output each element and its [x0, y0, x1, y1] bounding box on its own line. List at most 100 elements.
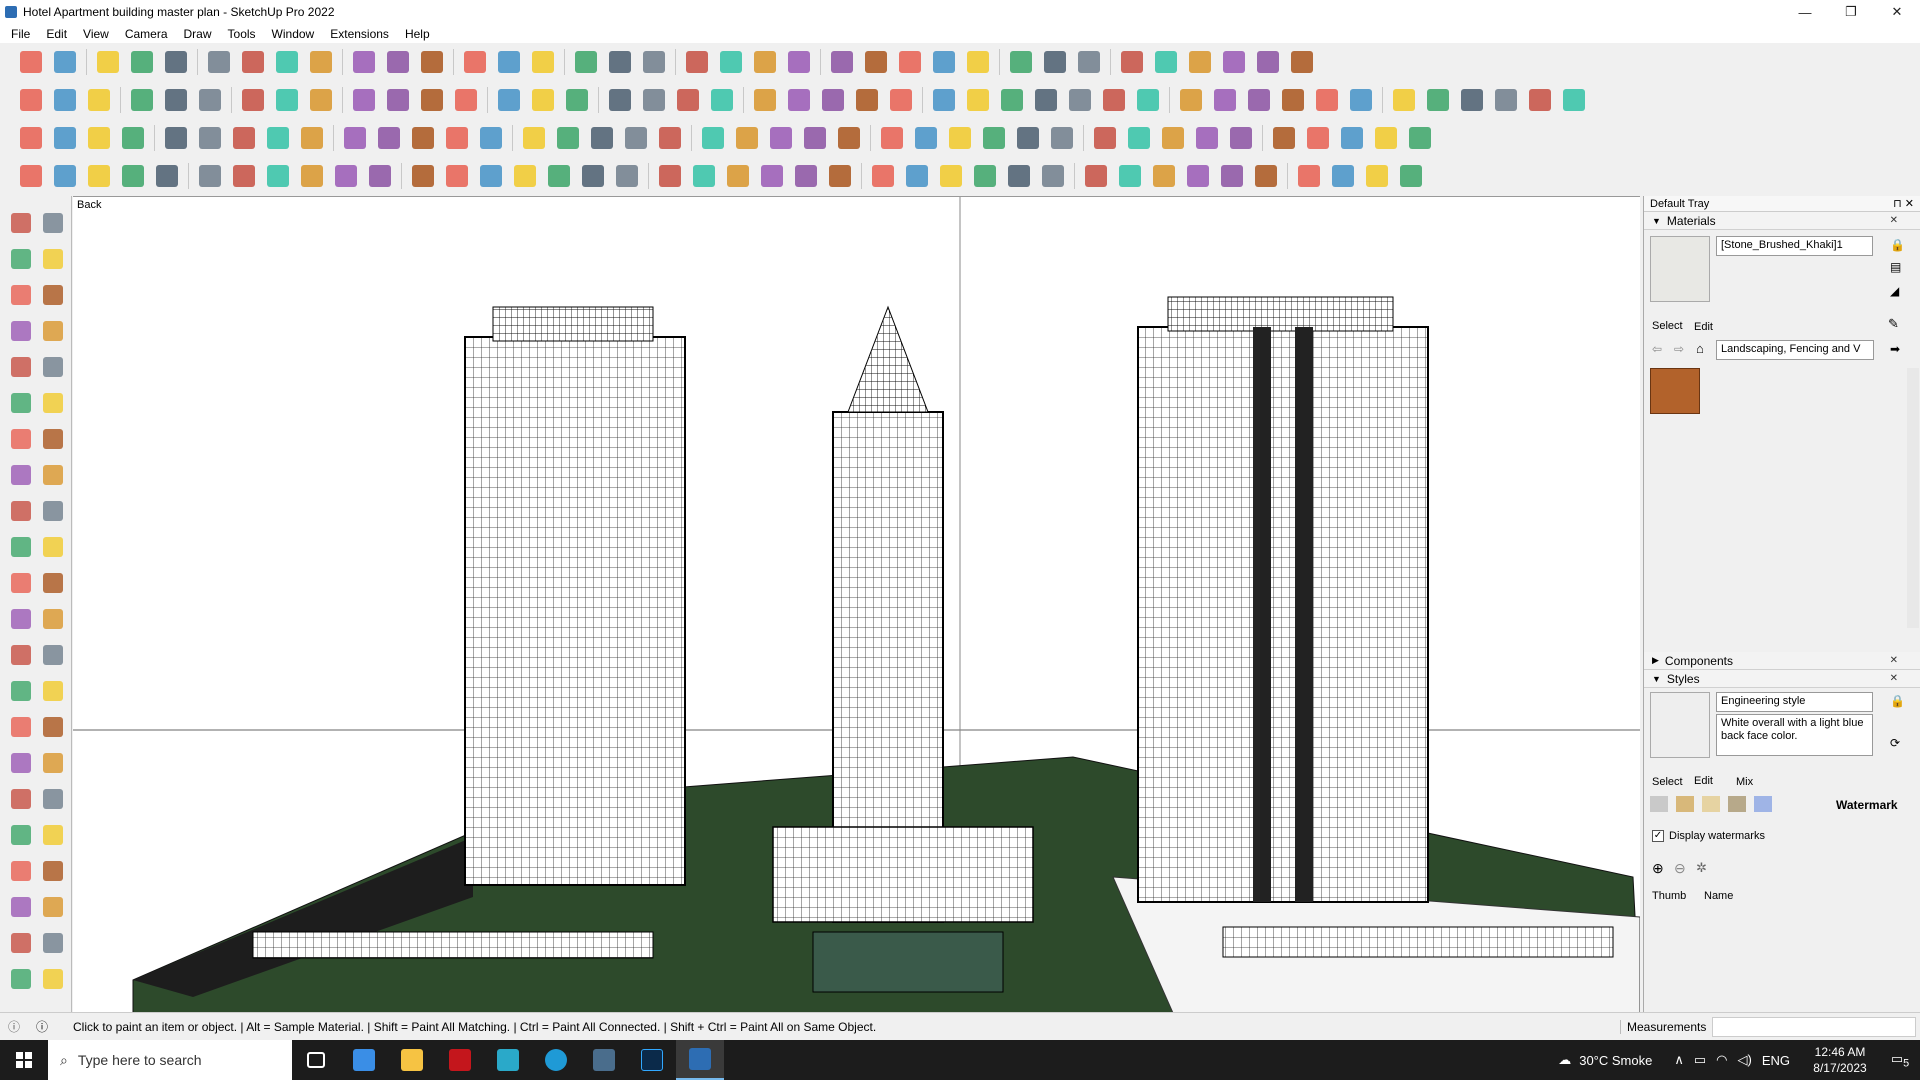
- side-tool-button[interactable]: [40, 246, 66, 272]
- network-icon[interactable]: ◠: [1716, 1052, 1727, 1068]
- toolbar-tool-button[interactable]: [82, 84, 116, 116]
- side-tool-button[interactable]: [8, 642, 34, 668]
- side-tool-button[interactable]: [40, 822, 66, 848]
- acrobat-app[interactable]: [436, 1040, 484, 1080]
- toolbar-tool-button[interactable]: [91, 46, 125, 78]
- toolbar-tool-button[interactable]: [1113, 160, 1147, 192]
- clock[interactable]: 12:46 AM 8/17/2023: [1800, 1044, 1880, 1076]
- toolbar-tool-button[interactable]: [295, 122, 329, 154]
- toolbar-tool-button[interactable]: [560, 84, 594, 116]
- toolbar-tool-button[interactable]: [730, 122, 764, 154]
- side-tool-button[interactable]: [8, 390, 34, 416]
- side-tool-button[interactable]: [40, 750, 66, 776]
- toolbar-tool-button[interactable]: [125, 84, 159, 116]
- side-tool-button[interactable]: [40, 426, 66, 452]
- side-tool-button[interactable]: [40, 354, 66, 380]
- toolbar-tool-button[interactable]: [1072, 46, 1106, 78]
- close-icon[interactable]: ✕: [1890, 215, 1898, 226]
- side-tool-button[interactable]: [8, 534, 34, 560]
- toolbar-tool-button[interactable]: [977, 122, 1011, 154]
- styles-tab-mix[interactable]: Mix: [1736, 776, 1753, 788]
- toolbar-tool-button[interactable]: [458, 46, 492, 78]
- toolbar-tool-button[interactable]: [1038, 46, 1072, 78]
- toolbar-tool-button[interactable]: [1149, 46, 1183, 78]
- toolbar-tool-button[interactable]: [1249, 160, 1283, 192]
- display-watermarks-checkbox[interactable]: ✓: [1652, 830, 1664, 842]
- menu-help[interactable]: Help: [397, 27, 438, 41]
- toolbar-tool-button[interactable]: [875, 122, 909, 154]
- toolbar-tool-button[interactable]: [261, 160, 295, 192]
- toolbar-tool-button[interactable]: [48, 46, 82, 78]
- remove-watermark-icon[interactable]: ⊖: [1674, 860, 1686, 877]
- side-tool-button[interactable]: [8, 282, 34, 308]
- toolbar-tool-button[interactable]: [968, 160, 1002, 192]
- close-icon[interactable]: ✕: [1890, 673, 1898, 684]
- side-tool-button[interactable]: [40, 498, 66, 524]
- toolbar-tool-button[interactable]: [748, 84, 782, 116]
- toolbar-tool-button[interactable]: [687, 160, 721, 192]
- toolbar-tool-button[interactable]: [782, 46, 816, 78]
- side-tool-button[interactable]: [40, 858, 66, 884]
- edge-settings-icon[interactable]: [1650, 796, 1668, 812]
- toolbar-tool-button[interactable]: [1097, 84, 1131, 116]
- menu-extensions[interactable]: Extensions: [322, 27, 397, 41]
- side-tool-button[interactable]: [40, 678, 66, 704]
- toolbar-tool-button[interactable]: [705, 84, 739, 116]
- menu-camera[interactable]: Camera: [117, 27, 176, 41]
- toolbar-tool-button[interactable]: [474, 122, 508, 154]
- toolbar-tool-button[interactable]: [338, 122, 372, 154]
- toolbar-tool-button[interactable]: [859, 46, 893, 78]
- side-tool-button[interactable]: [40, 642, 66, 668]
- details-arrow-icon[interactable]: ➡: [1890, 342, 1900, 356]
- toolbar-tool-button[interactable]: [798, 122, 832, 154]
- back-arrow-icon[interactable]: ⇦: [1652, 342, 1662, 356]
- watermark-settings-icon[interactable]: [1728, 796, 1746, 812]
- toolbar-tool-button[interactable]: [721, 160, 755, 192]
- toolbar-tool-button[interactable]: [961, 46, 995, 78]
- materials-tab-select[interactable]: Select: [1652, 320, 1683, 332]
- toolbar-tool-button[interactable]: [943, 122, 977, 154]
- toolbar-tool-button[interactable]: [1131, 84, 1165, 116]
- side-tool-button[interactable]: [8, 606, 34, 632]
- toolbar-tool-button[interactable]: [1011, 122, 1045, 154]
- toolbar-tool-button[interactable]: [714, 46, 748, 78]
- lock-icon[interactable]: 🔒: [1890, 238, 1905, 252]
- toolbar-tool-button[interactable]: [782, 84, 816, 116]
- toolbar-tool-button[interactable]: [1115, 46, 1149, 78]
- close-button[interactable]: ✕: [1874, 0, 1920, 24]
- side-tool-button[interactable]: [8, 894, 34, 920]
- toolbar-tool-button[interactable]: [193, 160, 227, 192]
- toolbar-tool-button[interactable]: [961, 84, 995, 116]
- toolbar-tool-button[interactable]: [116, 160, 150, 192]
- side-tool-button[interactable]: [8, 570, 34, 596]
- toolbar-tool-button[interactable]: [1360, 160, 1394, 192]
- toolbar-tool-button[interactable]: [671, 84, 705, 116]
- toolbar-tool-button[interactable]: [270, 46, 304, 78]
- toolbar-tool-button[interactable]: [261, 122, 295, 154]
- toolbar-tool-button[interactable]: [755, 160, 789, 192]
- background-settings-icon[interactable]: [1702, 796, 1720, 812]
- toolbar-tool-button[interactable]: [372, 122, 406, 154]
- side-tool-button[interactable]: [40, 786, 66, 812]
- styles-panel-header[interactable]: ▼ Styles ✕: [1644, 670, 1920, 688]
- toolbar-tool-button[interactable]: [159, 84, 193, 116]
- home-icon[interactable]: ⌂: [1696, 341, 1704, 356]
- toolbar-tool-button[interactable]: [48, 84, 82, 116]
- toolbar-tool-button[interactable]: [748, 46, 782, 78]
- minimize-button[interactable]: —: [1782, 0, 1828, 24]
- toolbar-tool-button[interactable]: [202, 46, 236, 78]
- update-style-icon[interactable]: ⟳: [1890, 736, 1900, 750]
- toolbar-tool-button[interactable]: [1310, 84, 1344, 116]
- taskbar-search-box[interactable]: ⌕ Type here to search: [48, 1040, 292, 1080]
- show-hidden-icons[interactable]: ∧: [1674, 1052, 1684, 1068]
- toolbar-tool-button[interactable]: [1267, 122, 1301, 154]
- side-tool-button[interactable]: [8, 714, 34, 740]
- side-tool-button[interactable]: [8, 318, 34, 344]
- sketchup-app-active[interactable]: [676, 1040, 724, 1080]
- toolbar-tool-button[interactable]: [159, 46, 193, 78]
- toolbar-tool-button[interactable]: [893, 46, 927, 78]
- toolbar-tool-button[interactable]: [14, 46, 48, 78]
- toolbar-tool-button[interactable]: [406, 122, 440, 154]
- start-button[interactable]: [0, 1040, 48, 1080]
- toolbar-tool-button[interactable]: [116, 122, 150, 154]
